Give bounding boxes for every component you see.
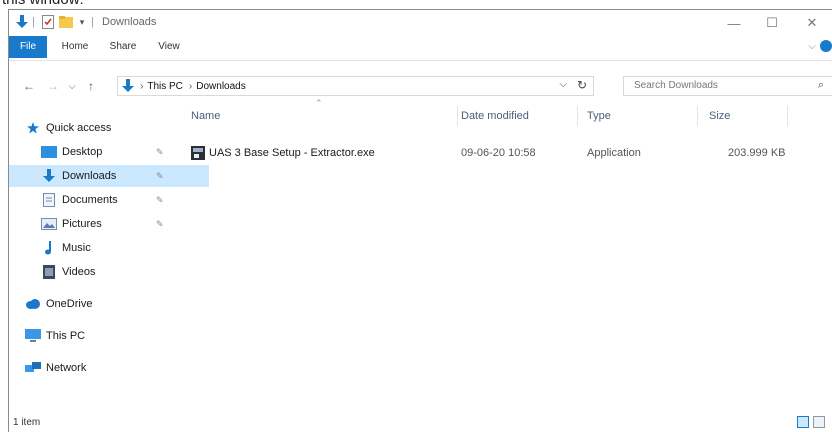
column-header-size[interactable]: Size — [709, 110, 730, 122]
title-separator: | — [91, 16, 94, 28]
tab-home[interactable]: Home — [53, 36, 97, 58]
nav-item-this-pc[interactable]: This PC — [9, 325, 193, 347]
address-bar[interactable]: › This PC › Downloads ⌵ ↻ — [117, 76, 594, 96]
pin-icon: ✎ — [156, 194, 164, 205]
pictures-icon — [41, 216, 57, 232]
details-view-icon[interactable] — [797, 416, 809, 428]
minimize-button[interactable]: — — [717, 10, 751, 36]
address-dropdown-icon[interactable]: ⌵ — [559, 79, 567, 90]
sort-ascending-icon: ⌃ — [315, 98, 323, 108]
nav-item-label: Quick access — [46, 122, 112, 134]
cloud-icon — [25, 296, 41, 312]
up-button[interactable]: ↑ — [83, 78, 99, 94]
new-folder-icon[interactable] — [59, 14, 73, 30]
document-icon — [41, 192, 57, 208]
nav-item-label: Network — [46, 362, 87, 374]
ribbon: File Home Share View ⌵ — [9, 36, 832, 61]
maximize-button[interactable]: ☐ — [755, 10, 789, 36]
caption-text: this window: — [0, 0, 832, 9]
close-button[interactable]: ✕ — [795, 10, 829, 36]
table-row[interactable]: UAS 3 Base Setup - Extractor.exe 09-06-2… — [191, 144, 811, 164]
download-arrow-icon — [122, 79, 134, 93]
file-size: 203.999 KB — [728, 147, 786, 159]
recent-locations-button[interactable]: ⌵ — [65, 78, 79, 94]
file-date-modified: 09-06-20 10:58 — [461, 147, 536, 159]
breadcrumb-separator: › — [140, 80, 144, 92]
title-separator: | — [32, 16, 35, 28]
pin-icon: ✎ — [156, 146, 164, 157]
customize-toolbar-icon[interactable]: ▾ — [76, 14, 88, 30]
column-divider[interactable] — [457, 106, 458, 126]
pin-icon: ✎ — [156, 218, 164, 229]
nav-item-label: Downloads — [62, 170, 117, 182]
window-title: Downloads — [102, 16, 157, 28]
large-icons-view-icon[interactable] — [813, 416, 825, 428]
tab-file[interactable]: File — [9, 36, 47, 58]
column-divider[interactable] — [577, 106, 578, 126]
breadcrumb-downloads[interactable]: Downloads — [196, 81, 245, 92]
music-note-icon — [41, 240, 57, 256]
breadcrumb-separator: › — [188, 80, 193, 92]
pin-icon: ✎ — [156, 170, 164, 181]
tab-share[interactable]: Share — [101, 36, 145, 58]
file-explorer-window: | ▾ | Downloads — ☐ ✕ File Home Share Vi… — [8, 9, 832, 432]
star-icon — [25, 120, 41, 136]
search-input[interactable]: Search Downloads ⌕ — [623, 76, 832, 96]
file-type: Application — [587, 147, 641, 159]
download-arrow-icon — [15, 14, 29, 30]
refresh-icon[interactable]: ↻ — [577, 78, 587, 92]
column-divider[interactable] — [697, 106, 698, 126]
nav-item-quick-access[interactable]: Quick access — [9, 117, 193, 139]
column-divider[interactable] — [787, 106, 788, 126]
help-icon[interactable] — [820, 40, 832, 52]
address-row: ← → ⌵ ↑ › This PC › Downloads ⌵ ↻ Search… — [9, 74, 832, 100]
desktop-folder-icon — [41, 144, 57, 160]
forward-button[interactable]: → — [45, 78, 61, 94]
breadcrumb-this-pc[interactable]: This PC — [147, 81, 183, 92]
search-placeholder: Search Downloads — [634, 80, 718, 91]
nav-item-label: OneDrive — [46, 298, 93, 310]
nav-item-onedrive[interactable]: OneDrive — [9, 293, 193, 315]
video-icon — [41, 264, 57, 280]
nav-item-label: Videos — [62, 266, 96, 278]
expand-ribbon-icon[interactable]: ⌵ — [808, 41, 816, 52]
tab-view[interactable]: View — [149, 36, 189, 58]
column-header-name[interactable]: Name — [191, 110, 220, 122]
file-name: UAS 3 Base Setup - Extractor.exe — [209, 147, 375, 159]
computer-icon — [25, 328, 41, 344]
title-bar: | ▾ | Downloads — ☐ ✕ — [9, 10, 832, 36]
status-bar: 1 item — [9, 413, 832, 432]
column-header-type[interactable]: Type — [587, 110, 611, 122]
search-icon[interactable]: ⌕ — [818, 79, 824, 92]
nav-item-label: Music — [62, 242, 91, 254]
nav-item-label: Desktop — [62, 146, 103, 158]
network-icon — [25, 360, 41, 376]
nav-item-label: This PC — [46, 330, 86, 342]
file-list: ⌃ Name Date modified Type Size UAS 3 Bas… — [177, 98, 832, 402]
nav-item-network[interactable]: Network — [9, 357, 193, 379]
nav-item-label: Pictures — [62, 218, 102, 230]
navigation-pane: Quick access Desktop ✎ Downloads ✎ Docum… — [9, 110, 209, 400]
back-button[interactable]: ← — [21, 78, 37, 94]
nav-item-label: Documents — [62, 194, 118, 206]
application-icon — [191, 146, 205, 163]
properties-icon[interactable] — [41, 14, 55, 30]
item-count: 1 item — [13, 417, 41, 428]
column-header-date-modified[interactable]: Date modified — [461, 110, 529, 122]
download-arrow-icon — [41, 168, 57, 184]
